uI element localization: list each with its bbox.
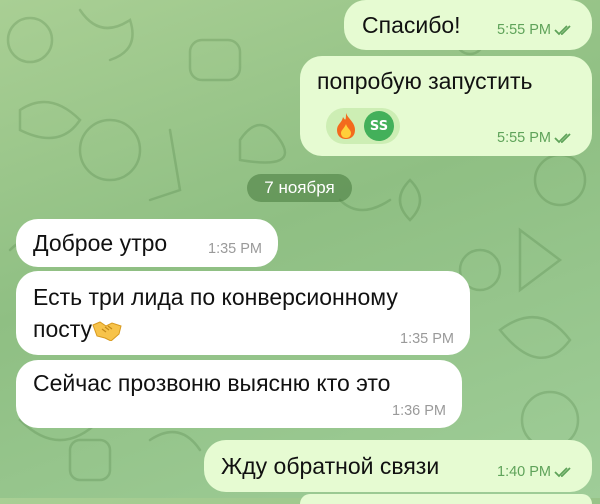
message-time: 5:55 PM [497, 22, 551, 38]
fire-icon [337, 113, 355, 139]
message-text: посту [33, 316, 93, 342]
message-meta: 1:35 PM [400, 331, 454, 347]
message-time: 1:40 PM [497, 464, 551, 480]
message-text: Спасибо! [362, 12, 461, 38]
message-bubble-incoming[interactable]: Доброе утро 1:35 PM [16, 219, 278, 267]
reaction-chip[interactable]: SS [326, 108, 400, 144]
message-text: Жду обратной связи [221, 453, 440, 479]
message-time: 1:36 PM [392, 403, 446, 419]
message-text: Сейчас прозвоню выясню кто это [33, 370, 391, 396]
message-text-line1: Есть три лида по конверсионному [33, 284, 398, 310]
double-check-icon [554, 133, 571, 144]
message-time: 1:35 PM [400, 331, 454, 347]
handshake-icon [92, 321, 122, 341]
message-bubble-outgoing[interactable]: попробую запустить SS 5:55 PM [300, 56, 592, 156]
message-text-line2: посту [33, 314, 122, 344]
message-meta: 1:35 PM [208, 241, 262, 257]
avatar: SS [364, 111, 394, 141]
message-meta: 1:40 PM [497, 464, 574, 480]
message-meta: 5:55 PM [497, 130, 574, 146]
message-bubble-outgoing-partial [300, 494, 592, 504]
date-separator: 7 ноября [247, 174, 352, 202]
message-bubble-outgoing[interactable]: Спасибо! 5:55 PM [344, 0, 592, 50]
double-check-icon [554, 467, 571, 478]
message-bubble-incoming[interactable]: Сейчас прозвоню выясню кто это 1:36 PM [16, 360, 462, 428]
message-meta: 1:36 PM [392, 403, 446, 419]
message-time: 5:55 PM [497, 130, 551, 146]
double-check-icon [554, 25, 571, 36]
message-meta: 5:55 PM [497, 22, 574, 38]
message-text: Доброе утро [33, 230, 168, 256]
message-bubble-outgoing[interactable]: Жду обратной связи 1:40 PM [204, 440, 592, 492]
message-time: 1:35 PM [208, 241, 262, 257]
message-bubble-incoming[interactable]: Есть три лида по конверсионному посту 1:… [16, 271, 470, 355]
message-text: попробую запустить [317, 68, 533, 94]
